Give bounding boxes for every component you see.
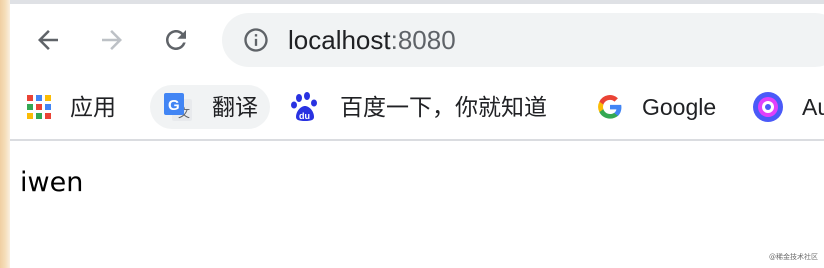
svg-text:du: du (299, 111, 310, 121)
bookmark-label: 应用 (70, 94, 116, 120)
apps-grid-icon (27, 95, 51, 119)
bookmark-label: 百度一下，你就知道 (340, 94, 547, 120)
google-translate-icon: 文 G (164, 93, 192, 121)
bookmark-google[interactable]: Google (596, 85, 716, 129)
reload-button[interactable] (156, 20, 196, 60)
bookmark-extension[interactable]: Au (752, 85, 824, 129)
bookmark-label: Au (802, 94, 824, 120)
bookmarks-bar: 应用 文 G 翻译 du 百度一下，你就知道 Google Au (0, 76, 824, 139)
site-info-icon[interactable] (242, 26, 270, 54)
page-body-text: iwen (20, 167, 84, 198)
page-content: iwen @稀金技术社区 (0, 141, 824, 268)
google-g-icon (598, 95, 622, 119)
url-port: :8080 (390, 25, 456, 55)
back-arrow-icon (38, 30, 58, 50)
watermark: @稀金技术社区 (769, 253, 818, 261)
reload-icon (166, 30, 186, 50)
window-edge (0, 0, 10, 268)
url-host: localhost (288, 25, 391, 55)
bookmark-translate[interactable]: 文 G 翻译 (150, 85, 270, 129)
browser-window: localhost:8080 应用 文 G 翻译 du 百度一下，你就知道 Go… (0, 0, 824, 268)
back-button[interactable] (28, 20, 68, 60)
bookmark-apps[interactable]: 应用 (26, 85, 116, 129)
baidu-paw-icon: du (291, 92, 317, 121)
forward-arrow-icon (102, 30, 122, 50)
bookmark-label: 翻译 (212, 94, 258, 120)
url-text[interactable]: localhost:8080 (288, 25, 456, 55)
svg-text:G: G (168, 97, 180, 114)
bookmark-label: Google (642, 94, 717, 120)
bookmark-baidu[interactable]: du 百度一下，你就知道 (290, 85, 547, 129)
address-bar[interactable]: localhost:8080 (222, 13, 824, 67)
browser-toolbar: localhost:8080 (0, 4, 824, 76)
forward-button[interactable] (92, 20, 132, 60)
extension-circle-icon (753, 92, 783, 122)
